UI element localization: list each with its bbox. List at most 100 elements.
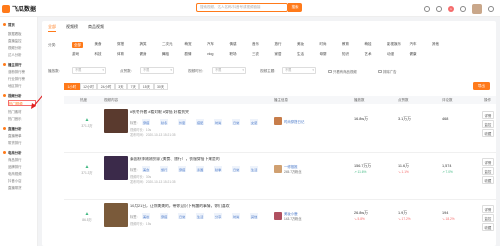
- video-tag[interactable]: 时尚: [214, 119, 223, 125]
- category-option[interactable]: 健康: [410, 52, 417, 57]
- video-tag[interactable]: 旅行: [160, 166, 169, 172]
- sidebar-item[interactable]: 直播榜单: [8, 132, 36, 138]
- category-option[interactable]: 职场: [230, 52, 237, 57]
- favorite-button[interactable]: 收藏: [482, 223, 494, 231]
- video-tag[interactable]: 女装: [250, 119, 259, 125]
- sidebar-item[interactable]: 达人分析: [8, 51, 36, 57]
- video-tag[interactable]: 其他: [250, 213, 259, 219]
- category-option[interactable]: 汽车: [207, 42, 214, 47]
- favorite-button[interactable]: 收藏: [482, 176, 494, 184]
- video-tag[interactable]: 日常: [178, 213, 187, 219]
- sidebar-item[interactable]: 数据看板: [8, 30, 36, 36]
- time-tab-15d[interactable]: 15天: [139, 83, 154, 90]
- video-tag[interactable]: 穿搭: [178, 166, 187, 172]
- time-tab-1h[interactable]: 1小时: [64, 83, 80, 90]
- video-tag[interactable]: 生活: [250, 166, 259, 172]
- notification-badge[interactable]: 1: [448, 5, 454, 12]
- video-title[interactable]: #秋冬外套 #看对眼 #穿搭 好看到哭: [130, 110, 280, 115]
- category-option[interactable]: 科技: [95, 52, 102, 57]
- category-option[interactable]: 美妆: [297, 42, 304, 47]
- sidebar-item[interactable]: 商品排行: [8, 156, 36, 162]
- category-option[interactable]: 健身: [140, 52, 147, 57]
- category-option[interactable]: 动漫: [387, 52, 394, 57]
- col-heat[interactable]: 热度: [80, 98, 87, 103]
- sidebar-item[interactable]: 行业排行榜: [8, 75, 36, 81]
- duration-filter-select[interactable]: 不限: [212, 67, 246, 74]
- video-tag[interactable]: 美食: [142, 166, 151, 172]
- category-option[interactable]: 知识: [342, 52, 349, 57]
- bell-icon[interactable]: [460, 5, 466, 12]
- time-tab-24h[interactable]: 24小时: [97, 83, 115, 90]
- table-row[interactable]: ▲ 371.3万 泰国秋季刚刚到家 (美食、旅行），衣服穿搭下来是的 标签: 美食 旅行 穿…: [64, 154, 496, 200]
- sidebar-item[interactable]: 直播分析: [3, 125, 36, 131]
- tab-all[interactable]: 全部: [48, 23, 56, 32]
- chevron-down-icon[interactable]: [488, 5, 494, 12]
- sidebar-item[interactable]: 抖音小店: [8, 177, 36, 183]
- sidebar-item[interactable]: 首页: [3, 21, 36, 27]
- category-option[interactable]: 影视娱乐: [387, 42, 401, 47]
- help-icon[interactable]: [424, 5, 430, 12]
- topic-filter-select[interactable]: 不限: [282, 67, 316, 74]
- category-option[interactable]: 音乐: [252, 42, 259, 47]
- category-option[interactable]: 舞蹈: [162, 52, 169, 57]
- detail-button[interactable]: 详情: [482, 111, 494, 119]
- video-title[interactable]: 10月21日，让你美美的，带你见识下有趣的事情，你们喜欢: [130, 204, 280, 209]
- goods-only-checkbox[interactable]: 只看有商品视频: [328, 69, 357, 74]
- video-tag[interactable]: 秋季: [214, 166, 223, 172]
- category-option[interactable]: 搞笑: [140, 42, 147, 47]
- category-option[interactable]: 萌宠: [185, 42, 192, 47]
- video-tag[interactable]: 穿搭: [160, 213, 169, 219]
- category-option[interactable]: vlog: [207, 52, 213, 56]
- sidebar-item[interactable]: 直播监控: [8, 37, 36, 43]
- sidebar-item[interactable]: 播主排行: [3, 61, 36, 67]
- video-tag[interactable]: 秋冬: [160, 119, 169, 125]
- video-tag[interactable]: 穿搭: [142, 119, 151, 125]
- video-tag[interactable]: 泰国: [196, 166, 205, 172]
- monitor-button[interactable]: 监控: [482, 214, 494, 222]
- author-name[interactable]: 时尚穿搭日记: [284, 119, 304, 124]
- sidebar-item[interactable]: 涨粉排行榜: [8, 68, 36, 74]
- col-likes[interactable]: 点赞数: [398, 98, 409, 103]
- category-option[interactable]: 母婴: [320, 52, 327, 57]
- search-input[interactable]: 搜索视频、达人名称/抖音号或视频链接: [196, 3, 288, 12]
- sidebar-item[interactable]: 品牌排行: [8, 163, 36, 169]
- detail-button[interactable]: 详情: [482, 158, 494, 166]
- category-option[interactable]: 剧情: [185, 52, 192, 57]
- search-button[interactable]: 搜索: [288, 3, 302, 12]
- tab-product-video[interactable]: 商品视频: [88, 23, 104, 32]
- time-tab-12h[interactable]: 12小时: [79, 83, 98, 90]
- category-option[interactable]: 美食: [95, 42, 102, 47]
- exclude-ads-checkbox[interactable]: 排除广告: [378, 69, 397, 74]
- tab-video-rank[interactable]: 视频榜: [66, 23, 78, 32]
- plays-filter-select[interactable]: 不限: [72, 67, 106, 74]
- category-option[interactable]: 萌娃: [365, 42, 372, 47]
- video-thumbnail[interactable]: [104, 109, 128, 133]
- video-title[interactable]: 泰国秋季刚刚到家 (美食、旅行），衣服穿搭下来是的: [130, 157, 280, 162]
- time-tab-7d[interactable]: 7天: [127, 83, 140, 90]
- category-option[interactable]: 全部: [72, 42, 83, 48]
- logo[interactable]: 飞瓜数据: [2, 3, 46, 14]
- category-option[interactable]: 汽车: [410, 42, 417, 47]
- video-thumbnail[interactable]: [104, 203, 128, 227]
- message-icon[interactable]: [436, 5, 442, 12]
- sidebar-item[interactable]: 电商分析: [3, 149, 36, 155]
- category-option[interactable]: 游戏: [72, 52, 79, 57]
- video-tag[interactable]: 日常: [232, 119, 241, 125]
- video-tag[interactable]: 搭配: [196, 119, 205, 125]
- category-option[interactable]: 时尚: [320, 42, 327, 47]
- video-tag[interactable]: 分享: [214, 213, 223, 219]
- author-avatar[interactable]: [274, 165, 282, 173]
- detail-button[interactable]: 详情: [482, 205, 494, 213]
- sidebar-item[interactable]: 视频分析: [8, 44, 36, 50]
- video-thumbnail[interactable]: [104, 156, 128, 180]
- author-avatar[interactable]: [274, 117, 282, 125]
- sidebar-item[interactable]: 热门音乐: [8, 115, 36, 121]
- favorite-button[interactable]: 收藏: [482, 129, 494, 137]
- likes-filter-select[interactable]: 不限: [140, 67, 174, 74]
- category-option[interactable]: 旅行: [275, 42, 282, 47]
- category-option[interactable]: 教育: [342, 42, 349, 47]
- video-tag[interactable]: 美妆: [142, 213, 151, 219]
- author-avatar[interactable]: [274, 212, 282, 220]
- user-avatar[interactable]: [472, 3, 482, 14]
- monitor-button[interactable]: 监控: [482, 167, 494, 175]
